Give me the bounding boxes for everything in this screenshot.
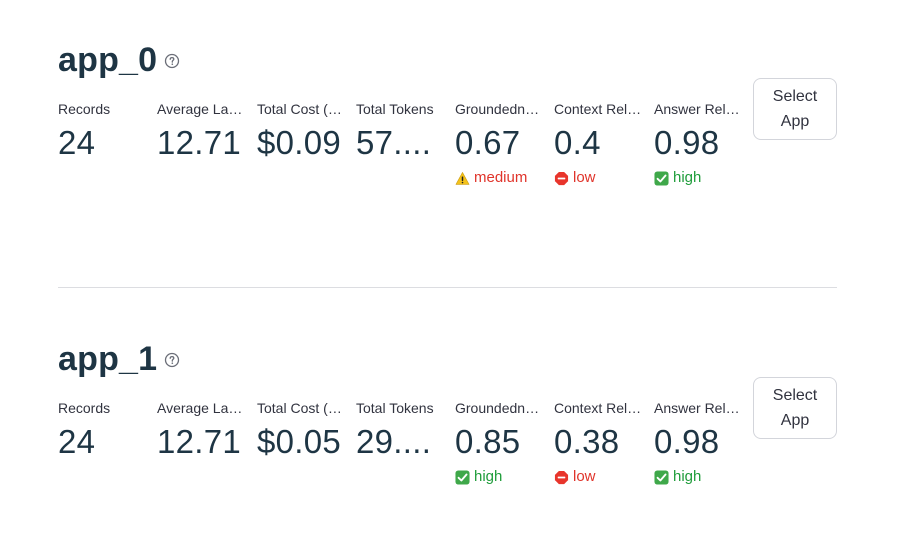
metric-label: Context Relevance (554, 400, 642, 416)
metric-card: Groundedness 0.85 high (455, 399, 543, 487)
check-icon (654, 469, 669, 485)
stop-icon (554, 171, 569, 186)
metric-value: 12.71 (157, 423, 242, 460)
select-app-button[interactable]: Select App (753, 78, 837, 140)
metric-delta: high (654, 467, 742, 487)
metrics-row: Records 24 Average Latency 12.71 Total Cost … (58, 399, 838, 499)
metric-value: 0.85 (455, 423, 521, 460)
metric-value: 0.4 (554, 124, 601, 161)
metric-delta-text: low (573, 468, 596, 485)
metric-card: Groundedness 0.67 medium (455, 100, 543, 188)
app-title-row: app_0 (58, 38, 838, 82)
metric-label: Average Latency (157, 101, 245, 117)
metric-label: Groundedness (455, 101, 543, 117)
metric-value: 24 (58, 423, 96, 460)
metric-value: 0.98 (654, 423, 720, 460)
metric-label: Total Tokens (356, 101, 434, 117)
app-title-row: app_1 (58, 337, 838, 381)
metric-card: Total Cost (USD) $0.09 (257, 100, 345, 163)
help-icon[interactable] (164, 352, 180, 368)
metric-value: 0.38 (554, 423, 620, 460)
metric-label: Answer Relevance (654, 101, 742, 117)
metric-card: Records 24 (58, 100, 146, 163)
metric-value: 24 (58, 124, 96, 161)
app-section: app_0 Records 24 Average Latency 12.71 Total … (58, 38, 838, 200)
metric-delta: high (654, 168, 742, 188)
metric-delta: low (554, 168, 642, 188)
metric-label: Answer Relevance (654, 400, 742, 416)
metric-card: Average Latency 12.71 (157, 100, 245, 163)
metric-value: $0.05 (257, 423, 342, 460)
section-divider (58, 287, 837, 288)
metric-value: 0.67 (455, 124, 521, 161)
metric-delta-text: medium (474, 169, 528, 186)
metric-label: Average Latency (157, 400, 245, 416)
metric-value: $0.09 (257, 124, 342, 161)
metric-card: Context Relevance 0.38 low (554, 399, 642, 487)
metric-label: Records (58, 101, 111, 117)
metric-label: Total Cost (USD) (257, 400, 345, 416)
check-icon (455, 469, 470, 485)
metric-label: Groundedness (455, 400, 543, 416)
metric-delta: low (554, 467, 642, 487)
app-title: app_1 (58, 339, 158, 378)
metrics-row: Records 24 Average Latency 12.71 Total Cost … (58, 100, 838, 200)
warning-icon (455, 171, 470, 186)
metric-label: Context Relevance (554, 101, 642, 117)
metric-value: 57.... (356, 124, 432, 161)
metric-delta-text: high (673, 169, 702, 186)
metric-delta: high (455, 467, 543, 487)
metric-label: Records (58, 400, 111, 416)
metric-label: Total Tokens (356, 400, 434, 416)
metric-delta-text: high (474, 468, 503, 485)
metric-card: Answer Relevance 0.98 high (654, 100, 742, 188)
check-icon (654, 170, 669, 186)
metric-delta-text: high (673, 468, 702, 485)
metric-value: 29.... (356, 423, 432, 460)
metric-card: Records 24 (58, 399, 146, 462)
metric-card: Context Relevance 0.4 low (554, 100, 642, 188)
select-app-button[interactable]: Select App (753, 377, 837, 439)
metric-delta-text: low (573, 169, 596, 186)
app-title: app_0 (58, 40, 158, 79)
help-icon[interactable] (164, 53, 180, 69)
metric-card: Answer Relevance 0.98 high (654, 399, 742, 487)
app-section: app_1 Records 24 Average Latency 12.71 Total … (58, 337, 838, 499)
metric-delta: medium (455, 168, 543, 188)
metric-label: Total Cost (USD) (257, 101, 345, 117)
metric-card: Average Latency 12.71 (157, 399, 245, 462)
metric-card: Total Tokens 57.... (356, 100, 444, 163)
metric-card: Total Tokens 29.... (356, 399, 444, 462)
metric-card: Total Cost (USD) $0.05 (257, 399, 345, 462)
metric-value: 0.98 (654, 124, 720, 161)
metric-value: 12.71 (157, 124, 242, 161)
stop-icon (554, 470, 569, 485)
